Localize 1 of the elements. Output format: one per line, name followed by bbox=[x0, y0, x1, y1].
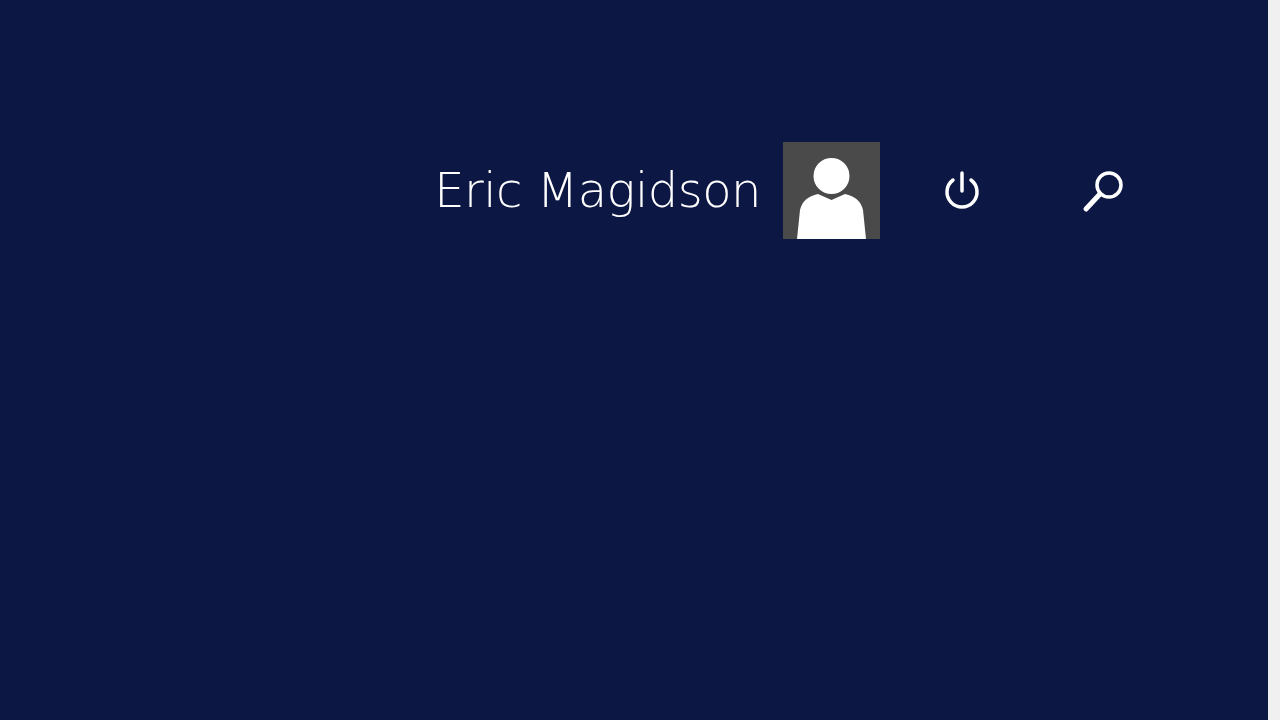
user-name[interactable]: Eric Magidson bbox=[434, 142, 761, 239]
